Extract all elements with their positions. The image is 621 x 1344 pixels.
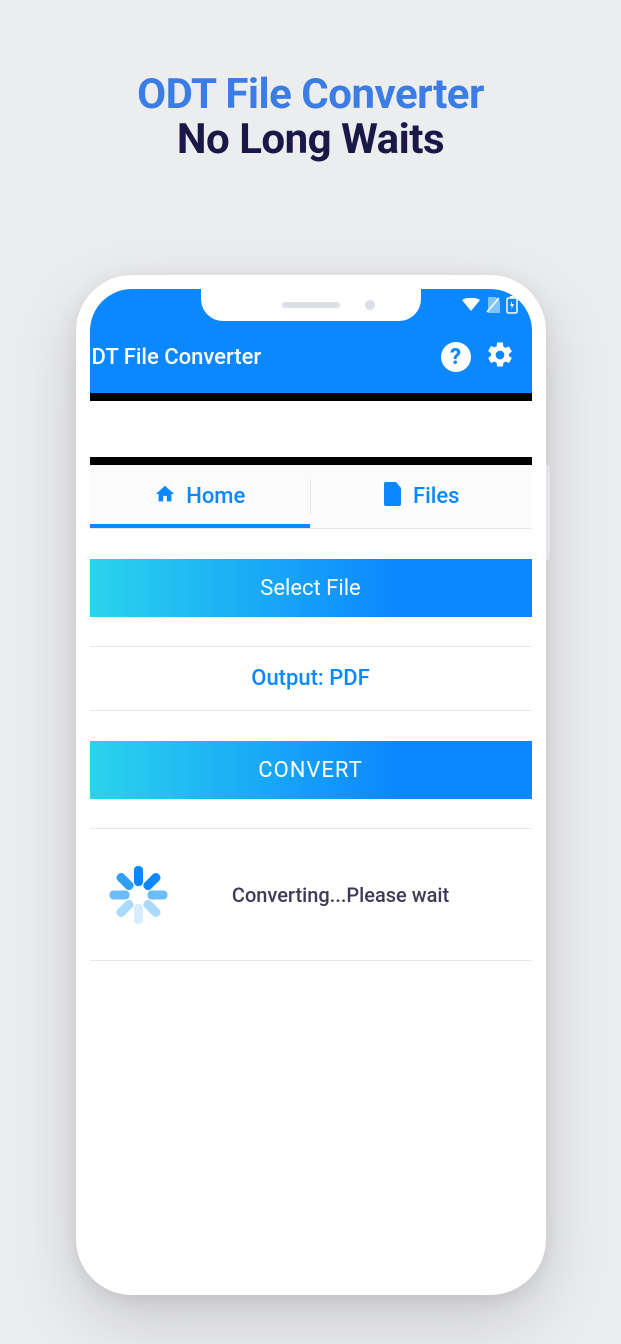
divider-strip-top bbox=[90, 393, 532, 401]
notch-camera bbox=[365, 300, 375, 310]
gear-icon bbox=[485, 340, 515, 374]
phone-notch bbox=[201, 289, 421, 321]
select-file-button[interactable]: Select File bbox=[90, 559, 532, 617]
tab-home-label: Home bbox=[186, 484, 245, 509]
tab-files-label: Files bbox=[413, 484, 459, 509]
no-sim-icon bbox=[486, 297, 500, 313]
home-icon bbox=[154, 483, 176, 511]
promo-line1: ODT File Converter bbox=[0, 70, 621, 119]
tab-bar: Home Files bbox=[90, 465, 532, 529]
phone-mockup: DT File Converter ? Home bbox=[76, 275, 546, 1295]
tab-files[interactable]: Files bbox=[311, 465, 532, 528]
settings-button[interactable] bbox=[478, 335, 522, 379]
spacer-row bbox=[90, 617, 532, 647]
phone-screen: DT File Converter ? Home bbox=[90, 289, 532, 1281]
battery-charging-icon bbox=[506, 296, 518, 314]
spacer-row-2 bbox=[90, 799, 532, 829]
promo-title: ODT File Converter No Long Waits bbox=[0, 0, 621, 164]
file-icon bbox=[383, 482, 403, 512]
output-row[interactable]: Output: PDF bbox=[90, 647, 532, 711]
app-bar: DT File Converter ? bbox=[90, 321, 532, 393]
help-icon: ? bbox=[441, 342, 471, 372]
notch-speaker bbox=[282, 302, 340, 308]
convert-button[interactable]: CONVERT bbox=[90, 741, 532, 799]
tab-home[interactable]: Home bbox=[90, 465, 311, 528]
convert-label: CONVERT bbox=[258, 758, 363, 783]
status-row: Converting...Please wait bbox=[90, 829, 532, 961]
app-title: DT File Converter bbox=[90, 345, 434, 370]
divider-strip-bottom bbox=[90, 457, 532, 465]
select-file-label: Select File bbox=[260, 576, 360, 601]
wifi-icon bbox=[462, 298, 480, 312]
help-button[interactable]: ? bbox=[434, 335, 478, 379]
promo-line2: No Long Waits bbox=[0, 115, 621, 164]
output-label: Output: PDF bbox=[251, 666, 369, 691]
ad-gap bbox=[90, 401, 532, 457]
phone-side-button bbox=[546, 465, 550, 560]
main-content: Select File Output: PDF CONVERT Converti… bbox=[90, 559, 532, 961]
loading-spinner-icon bbox=[110, 866, 168, 924]
status-text: Converting...Please wait bbox=[168, 883, 514, 907]
